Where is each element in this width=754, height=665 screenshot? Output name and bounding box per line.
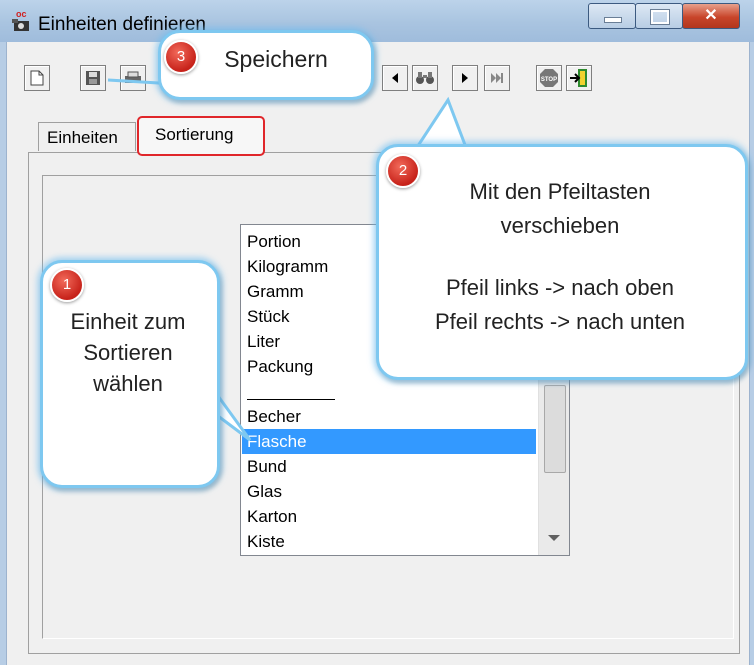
save-icon [86,71,100,85]
callout-3-text: Speichern [224,46,328,72]
list-item[interactable]: Glas [242,479,536,504]
maximize-icon [650,9,670,25]
list-item-selected[interactable]: Flasche [242,429,536,454]
tab-einheiten-label: Einheiten [47,128,118,147]
separator-line [247,399,335,400]
scroll-down-icon[interactable] [548,535,560,541]
save-button[interactable] [80,65,106,91]
callout-1-badge: 1 [50,268,84,302]
callout-1-text: Einheit zum Sortieren wählen [70,309,186,396]
tab-einheiten[interactable]: Einheiten [38,122,136,151]
callout-2-line-1: Mit den Pfeiltasten [469,179,651,204]
scrollbar-thumb[interactable] [544,385,566,473]
list-separator[interactable] [242,379,536,404]
tab-sortierung[interactable]: Sortierung [137,116,265,156]
title-bar: oc Einheiten definieren ✕ [0,0,754,42]
svg-text:STOP: STOP [541,77,557,83]
print-button[interactable] [120,65,146,91]
exit-button[interactable] [566,65,592,91]
callout-2-line-3: Pfeil links -> nach oben [445,275,675,300]
new-document-icon [30,70,44,86]
close-icon: ✕ [704,7,718,24]
callout-2-line-2: verschieben [500,213,620,238]
tab-sortierung-label: Sortierung [155,125,234,144]
binoculars-icon [416,72,434,84]
stop-icon: STOP [540,69,558,87]
list-item[interactable]: Karton [242,504,536,529]
stop-button[interactable]: STOP [536,65,562,91]
arrow-left-icon [392,73,398,83]
minimize-button[interactable] [588,3,636,29]
print-icon [125,71,141,83]
last-button[interactable] [484,65,510,91]
list-item[interactable]: Bund [242,454,536,479]
next-button[interactable] [452,65,478,91]
callout-3-badge: 3 [164,40,198,74]
list-item[interactable]: Becher [242,404,536,429]
minimize-icon [604,17,622,23]
skip-forward-icon [491,73,503,83]
list-item[interactable]: Kiste [242,529,536,554]
callout-2-line-4: Pfeil rechts -> nach unten [434,309,686,334]
search-button[interactable] [412,65,438,91]
new-document-button[interactable] [24,65,50,91]
exit-icon [570,69,587,87]
previous-button[interactable] [382,65,408,91]
svg-text:oc: oc [16,9,27,19]
app-icon: oc [12,9,29,31]
maximize-button[interactable] [635,3,683,29]
arrow-right-icon [462,73,468,83]
close-button[interactable]: ✕ [682,3,740,29]
